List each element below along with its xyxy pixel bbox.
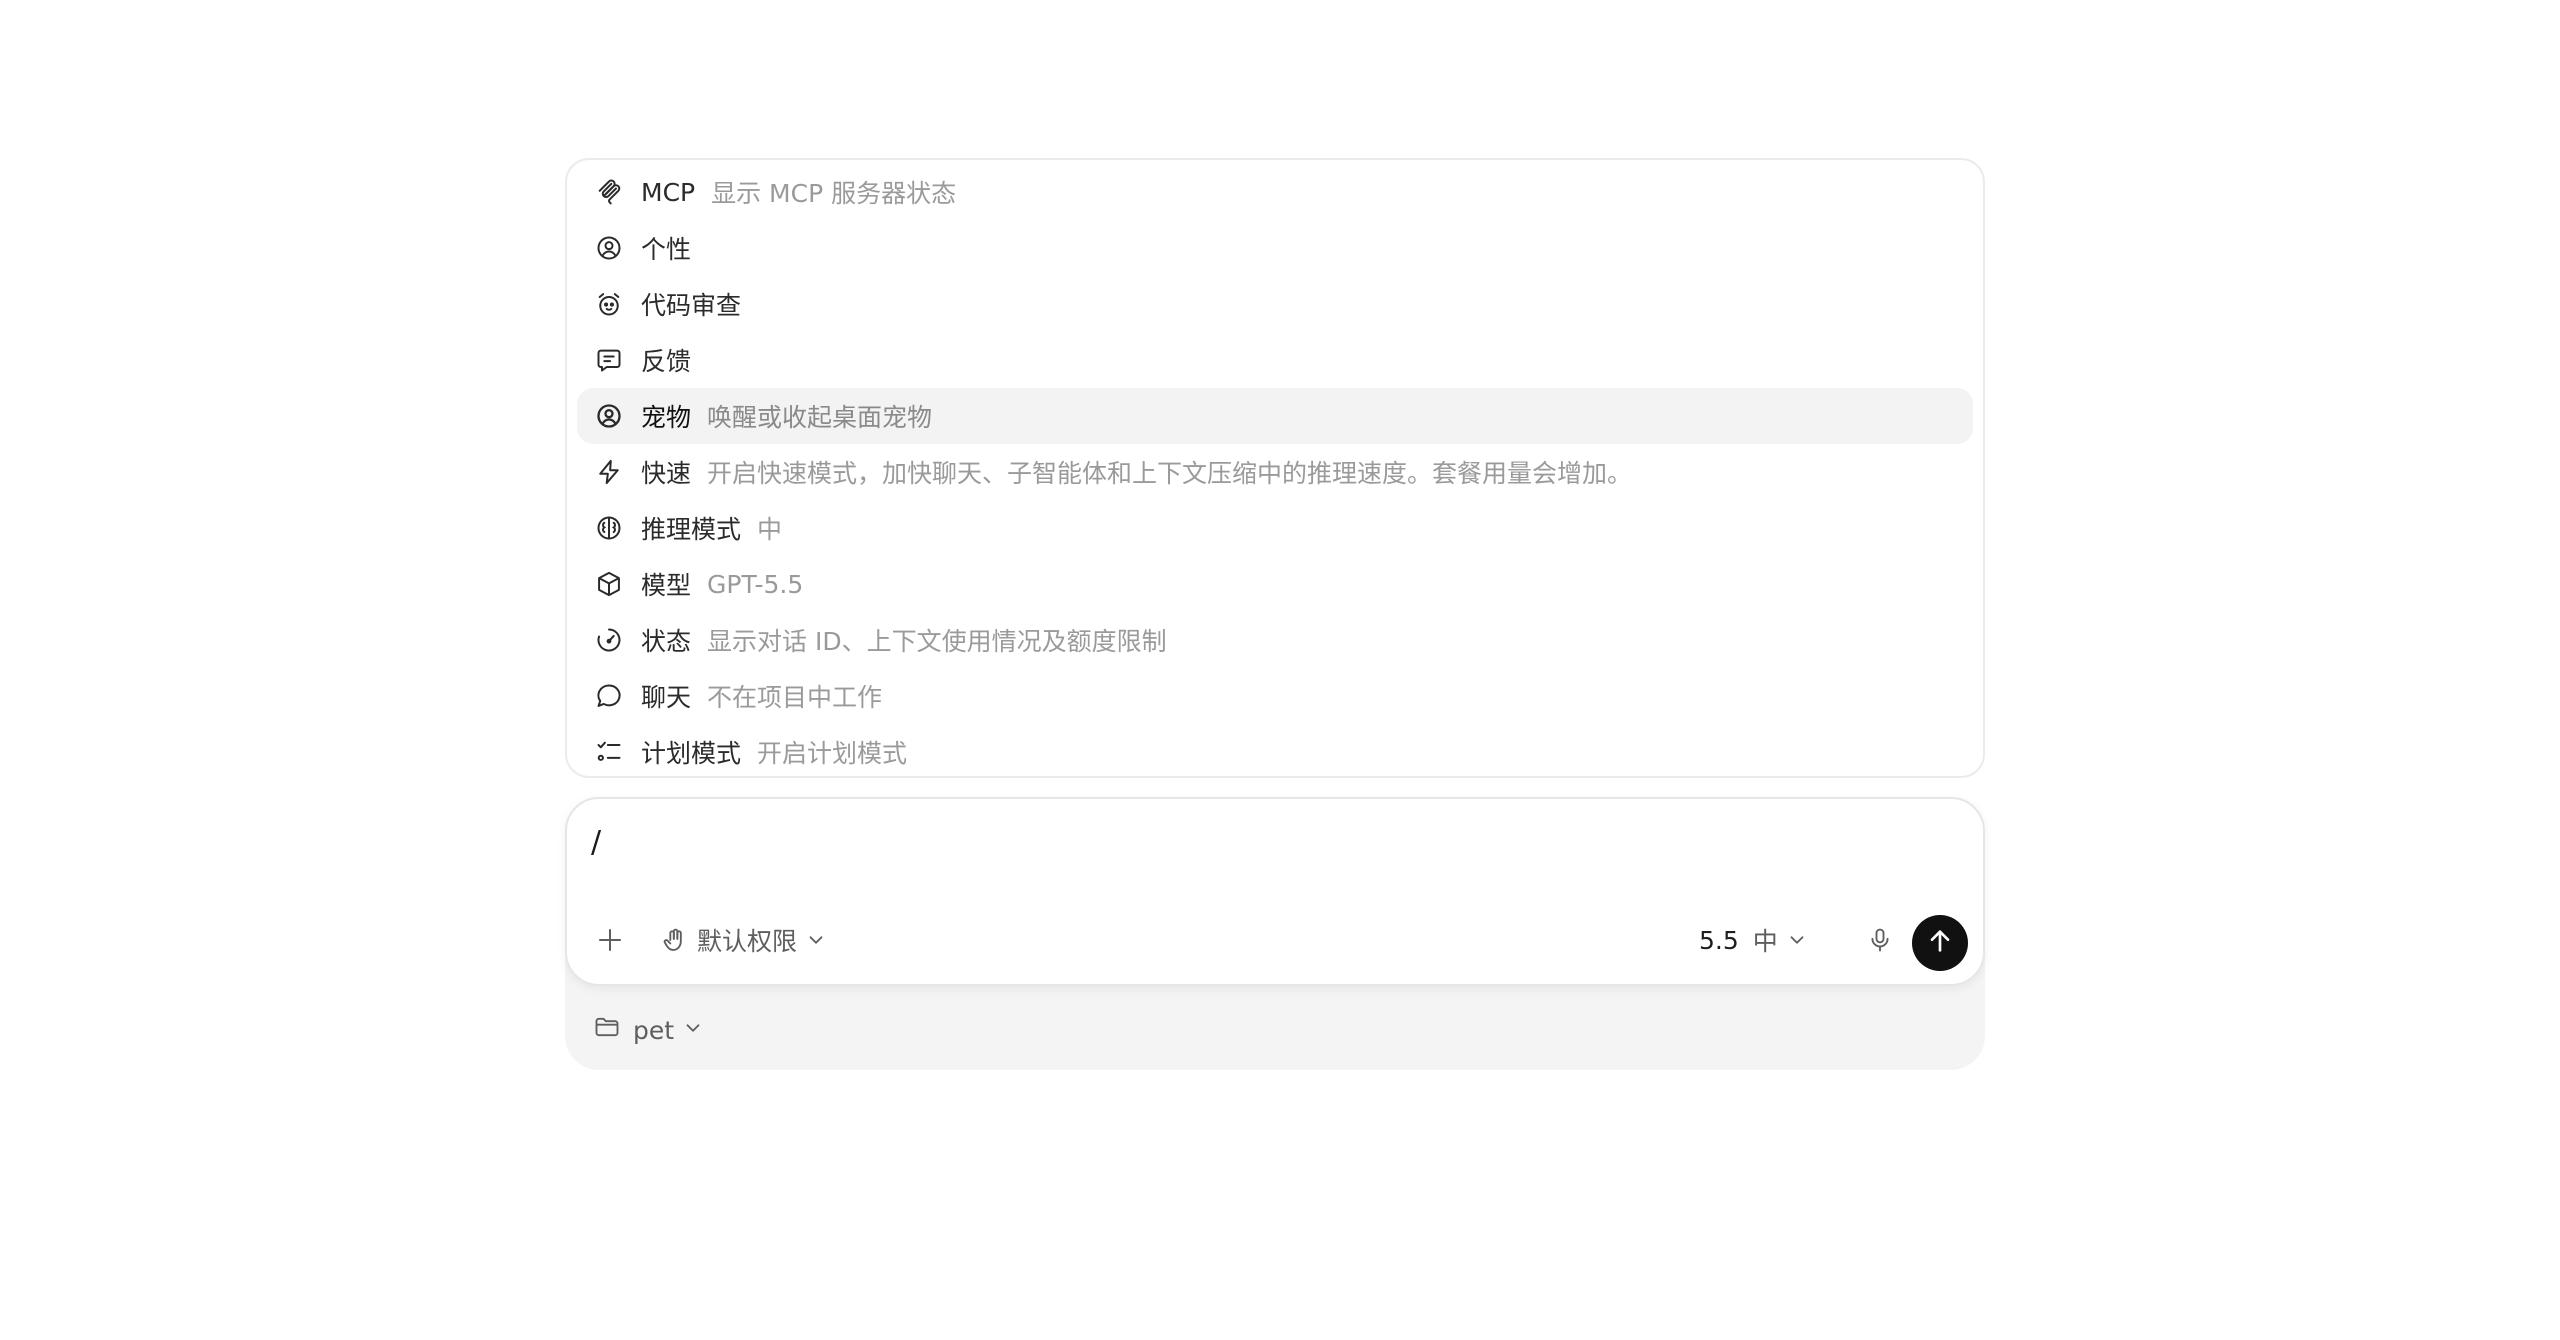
personality-icon [595,234,623,262]
permissions-label: 默认权限 [697,927,798,956]
model-version: 5.5 [1699,925,1739,955]
gauge-icon [595,626,623,654]
menu-item-plan-mode[interactable]: 计划模式 开启计划模式 [577,724,1973,776]
permissions-dropdown[interactable]: 默认权限 [661,921,827,959]
menu-item-personality[interactable]: 个性 [577,220,1973,276]
composer-container: / 默认权限 5.5 中 pet [565,797,1985,1070]
menu-item-description: 开启快速模式，加快聊天、子智能体和上下文压缩中的推理速度。套餐用量会增加。 [707,459,1633,488]
app-stage: MCP 显示 MCP 服务器状态 个性 代码审查 反馈 宠物 唤醒或收起桌面宠物… [0,0,2560,1340]
menu-item-description: 显示对话 ID、上下文使用情况及额度限制 [707,627,1167,656]
hand-icon [661,926,689,954]
cube-icon [595,570,623,598]
menu-item-description: 中 [757,515,783,544]
mcp-icon [595,178,623,206]
slash-command-menu: MCP 显示 MCP 服务器状态 个性 代码审查 反馈 宠物 唤醒或收起桌面宠物… [565,158,1985,778]
menu-item-chat[interactable]: 聊天 不在项目中工作 [577,668,1973,724]
menu-item-description: 显示 MCP 服务器状态 [711,179,957,208]
menu-item-label: MCP [641,177,696,207]
send-button[interactable] [1912,915,1968,971]
chevron-down-icon [682,1016,704,1045]
menu-item-description: GPT-5.5 [707,569,804,599]
project-folder-selector[interactable]: pet [593,1013,704,1047]
lightning-icon [595,458,623,486]
model-selector[interactable]: 5.5 中 [1699,921,1808,959]
menu-item-pet[interactable]: 宠物 唤醒或收起桌面宠物 [577,388,1973,444]
project-folder-label: pet [633,1015,675,1045]
chevron-down-icon [805,929,827,951]
menu-item-description: 不在项目中工作 [707,683,883,712]
menu-item-label: 宠物 [641,403,692,432]
chat-bubble-icon [595,682,623,710]
menu-item-label: 代码审查 [641,291,742,320]
composer-box[interactable]: / 默认权限 5.5 中 [565,797,1985,986]
menu-item-label: 反馈 [641,347,692,376]
menu-item-description: 唤醒或收起桌面宠物 [707,403,933,432]
menu-item-label: 计划模式 [641,739,742,768]
menu-item-label: 模型 [641,571,692,600]
menu-item-label: 聊天 [641,683,692,712]
menu-item-model[interactable]: 模型 GPT-5.5 [577,556,1973,612]
checklist-icon [595,738,623,766]
code-review-icon [595,290,623,318]
menu-item-label: 个性 [641,235,692,264]
menu-item-label: 快速 [641,459,692,488]
menu-item-status[interactable]: 状态 显示对话 ID、上下文使用情况及额度限制 [577,612,1973,668]
message-input[interactable]: / [591,825,601,860]
brain-icon [595,514,623,542]
voice-input-button[interactable] [1863,923,1897,957]
menu-item-feedback[interactable]: 反馈 [577,332,1973,388]
menu-item-reasoning-mode[interactable]: 推理模式 中 [577,500,1973,556]
plus-icon [595,925,625,955]
menu-item-label: 状态 [641,627,692,656]
menu-item-code-review[interactable]: 代码审查 [577,276,1973,332]
pet-icon [595,402,623,430]
chevron-down-icon [1786,929,1808,951]
microphone-icon [1866,926,1894,954]
menu-item-label: 推理模式 [641,515,742,544]
feedback-icon [595,346,623,374]
folder-icon [593,1013,621,1047]
arrow-up-icon [1924,925,1956,961]
menu-item-fast[interactable]: 快速 开启快速模式，加快聊天、子智能体和上下文压缩中的推理速度。套餐用量会增加。 [577,444,1973,500]
menu-item-mcp[interactable]: MCP 显示 MCP 服务器状态 [577,164,1973,220]
add-attachment-button[interactable] [593,923,627,957]
menu-item-description: 开启计划模式 [757,739,908,768]
reasoning-level: 中 [1752,927,1778,956]
message-input-value: / [591,825,602,860]
